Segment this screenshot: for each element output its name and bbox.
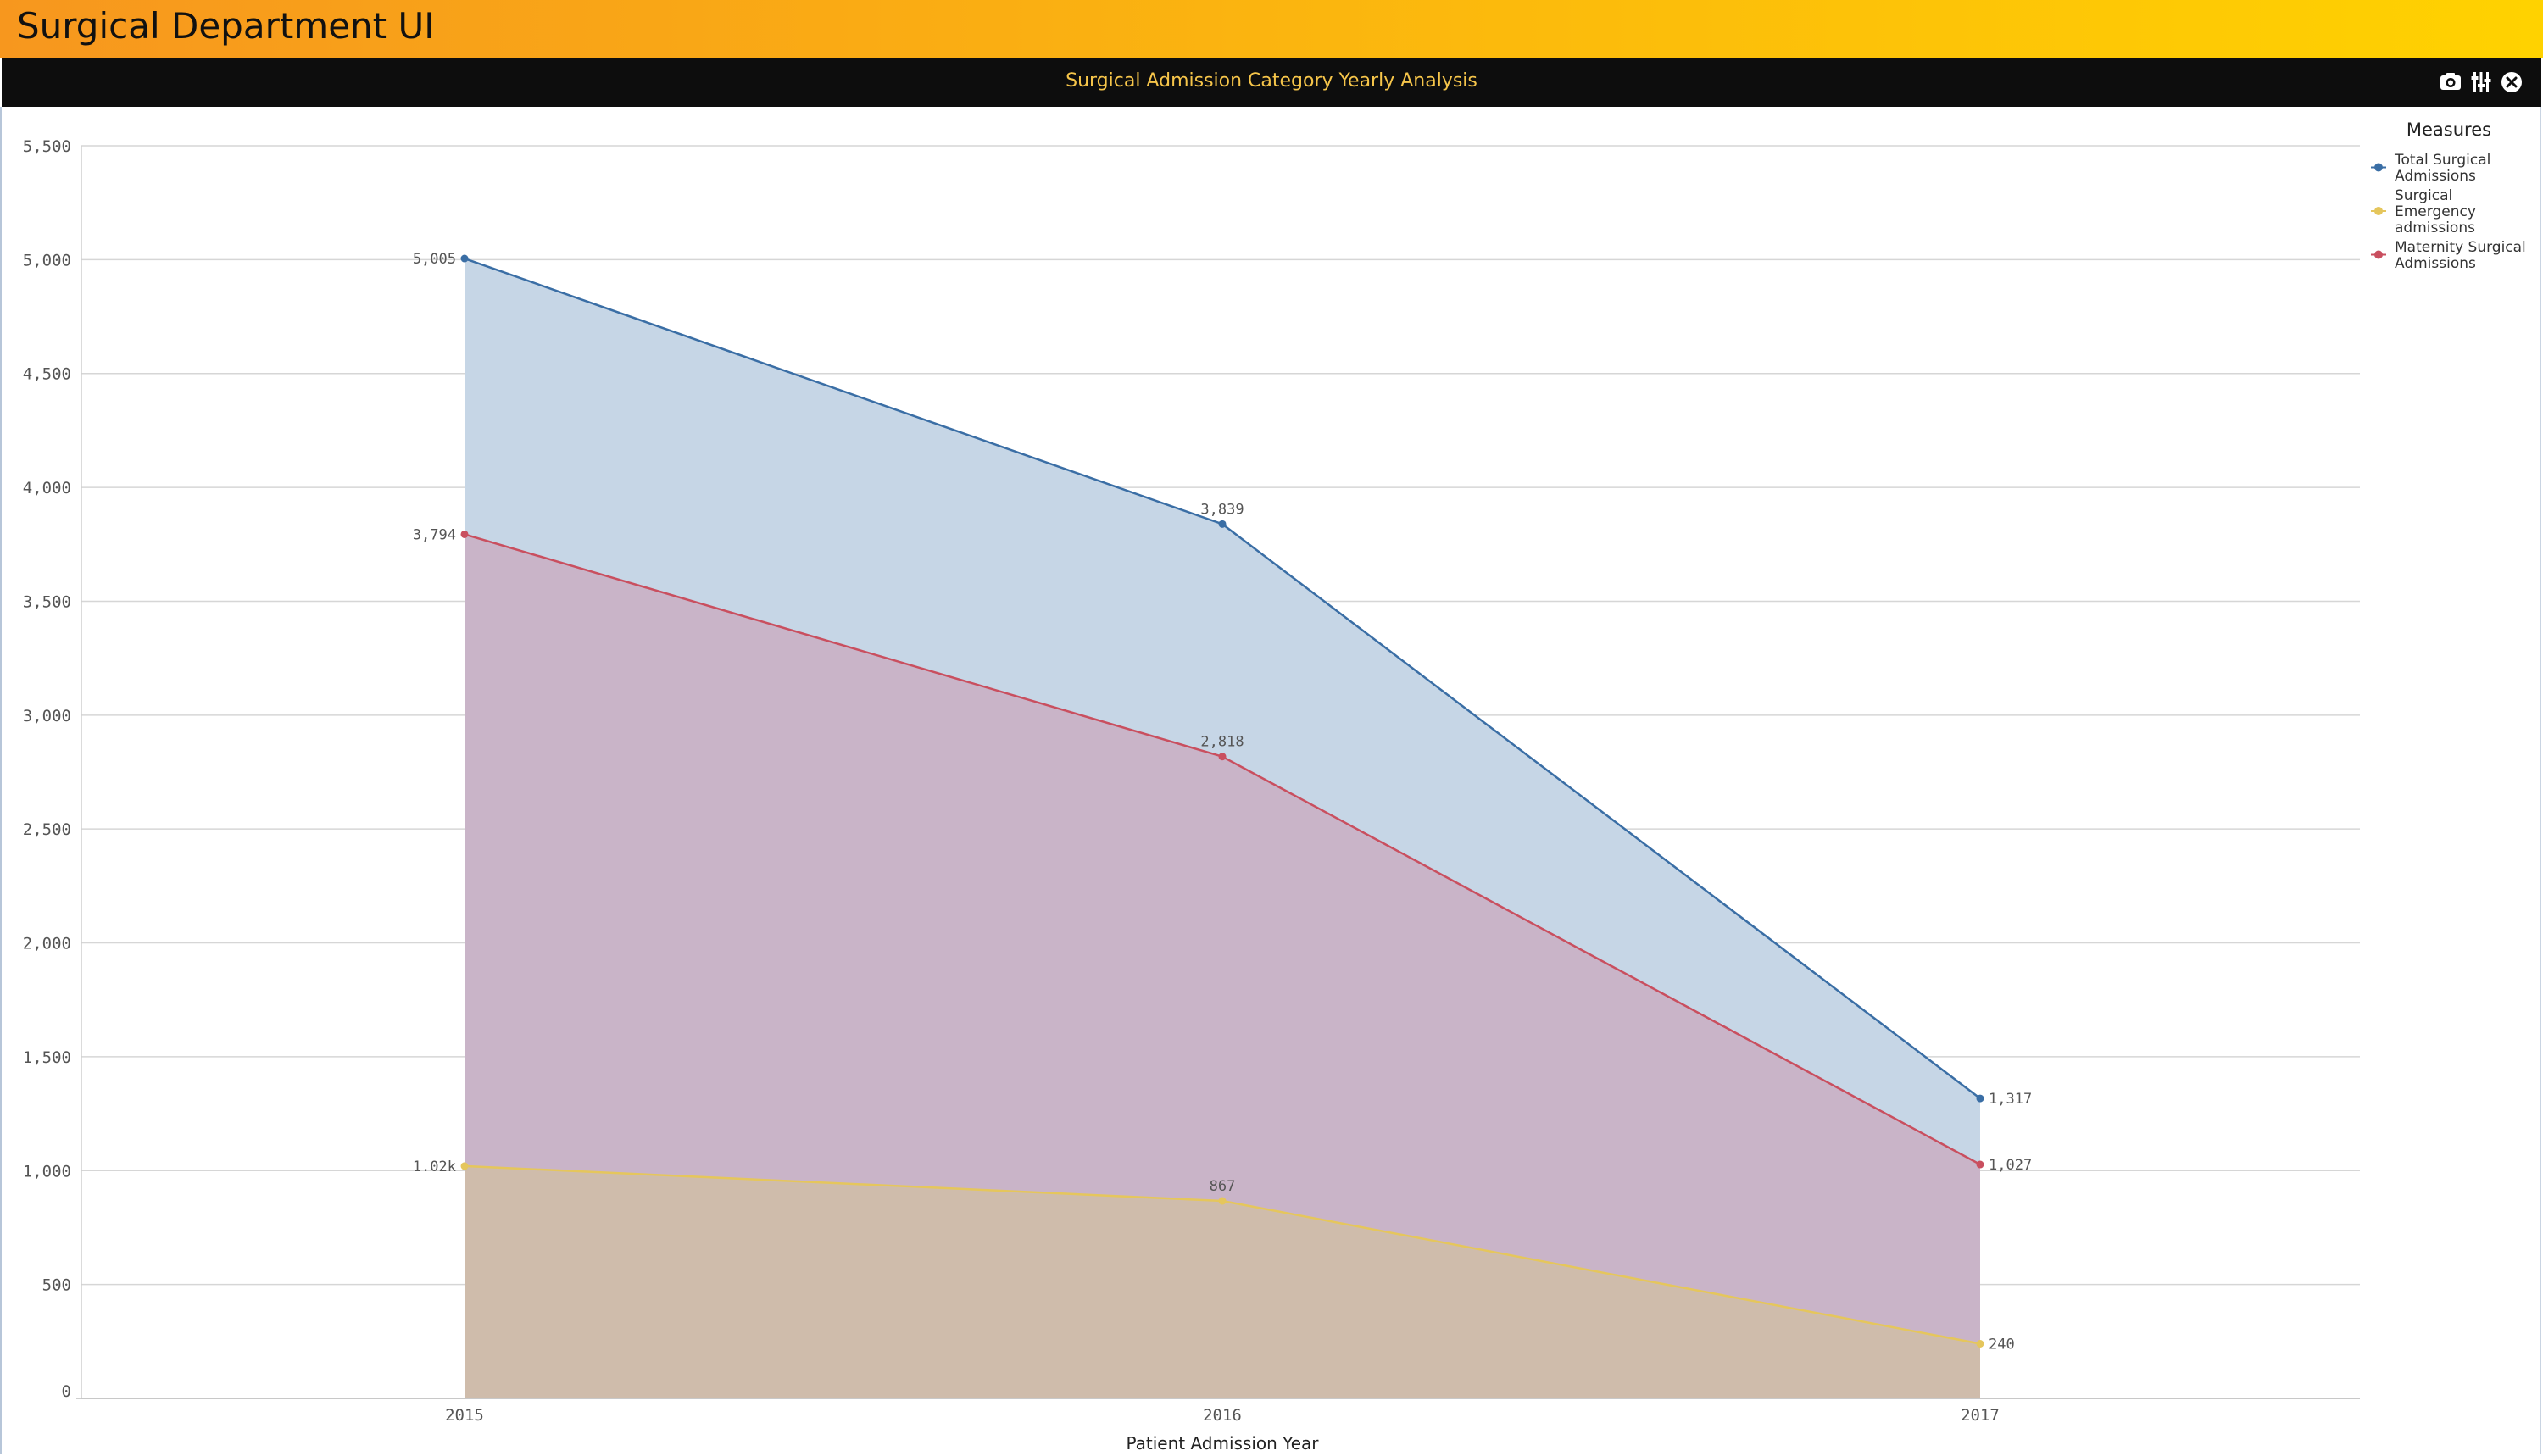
app-title: Surgical Department UI (17, 5, 435, 47)
camera-icon[interactable] (2440, 71, 2462, 95)
y-tick-label: 4,000 (23, 479, 71, 497)
chart-panel: 0 500 1,000 1,500 2,000 2,500 3,000 3,500 4,000 4… (0, 107, 2541, 1454)
data-point (1976, 1340, 1984, 1348)
chart-panel-toolbar: Surgical Admission Category Yearly Analy… (2, 58, 2541, 107)
y-tick-label: 500 (42, 1276, 71, 1295)
data-point (1218, 1197, 1227, 1205)
chart-panel-title: Surgical Admission Category Yearly Analy… (1066, 70, 1477, 92)
data-point (1218, 520, 1227, 528)
data-point (1218, 753, 1227, 761)
data-label: 2,818 (1200, 734, 1244, 751)
area-chart: 0 500 1,000 1,500 2,000 2,500 3,000 3,500 4,000 4… (23, 119, 2526, 1453)
y-tick-label: 0 (62, 1382, 71, 1401)
y-tick-label: 3,000 (23, 707, 71, 725)
settings-sliders-icon[interactable] (2470, 71, 2492, 97)
legend-item-label: Maternity Surgical (2395, 239, 2526, 256)
legend-item-label: admissions (2395, 220, 2475, 236)
y-tick-label: 1,500 (23, 1048, 71, 1067)
legend-item-label: Emergency (2395, 203, 2476, 220)
data-point (460, 530, 469, 538)
legend-item-label: Total Surgical (2394, 152, 2490, 169)
y-tick-label: 1,000 (23, 1162, 71, 1181)
legend-item-label: Admissions (2395, 168, 2476, 185)
legend-item-label: Admissions (2395, 255, 2476, 272)
data-label: 867 (1210, 1178, 1236, 1195)
y-tick-label: 5,500 (23, 137, 71, 156)
y-tick-label: 4,500 (23, 365, 71, 384)
data-label: 3,839 (1200, 501, 1244, 518)
data-label: 240 (1989, 1337, 2015, 1353)
data-label: 3,794 (413, 526, 456, 543)
x-tick-label: 2015 (445, 1406, 484, 1425)
y-tick-label: 2,500 (23, 820, 71, 839)
data-label: 1.02k (413, 1159, 456, 1175)
x-tick-label: 2017 (1961, 1406, 2000, 1425)
data-label: 1,317 (1989, 1091, 2032, 1108)
y-tick-label: 2,000 (23, 935, 71, 953)
app-header: Surgical Department UI (0, 0, 2543, 58)
legend-swatch-marker (2374, 250, 2383, 259)
x-axis-title: Patient Admission Year (1126, 1433, 1319, 1453)
y-tick-label: 3,500 (23, 592, 71, 611)
y-tick-label: 5,000 (23, 251, 71, 270)
data-point (460, 254, 469, 263)
close-circle-icon[interactable] (2501, 71, 2523, 97)
data-label: 1,027 (1989, 1157, 2032, 1174)
legend-item-label: Surgical (2395, 187, 2452, 204)
data-point (1976, 1160, 1984, 1169)
data-point (460, 1162, 469, 1170)
data-label: 5,005 (413, 251, 456, 268)
x-tick-label: 2016 (1203, 1406, 1242, 1425)
legend-title: Measures (2407, 119, 2491, 140)
legend-swatch-marker (2374, 163, 2383, 172)
data-point (1976, 1094, 1984, 1103)
legend-swatch-marker (2374, 207, 2383, 215)
